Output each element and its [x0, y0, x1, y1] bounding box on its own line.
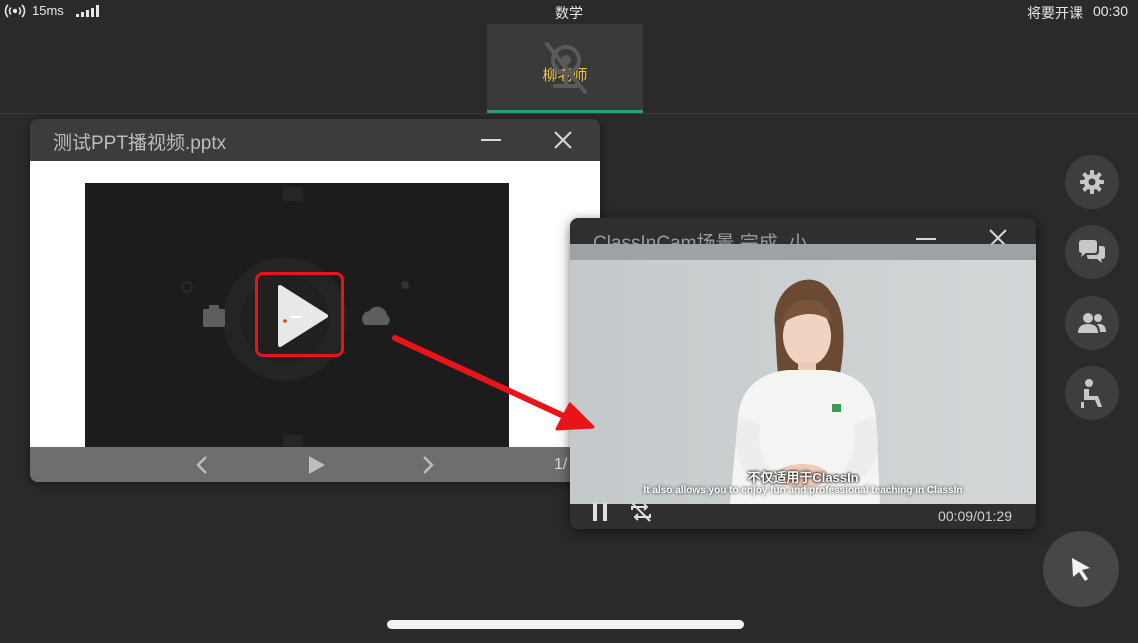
network-status: 15ms: [4, 3, 99, 18]
subtitle-chinese: 不仅适用于ClassIn: [747, 470, 859, 485]
class-timer: 将要开课 00:30: [1027, 3, 1128, 23]
gear-icon: [1080, 170, 1104, 194]
previous-page-icon[interactable]: [191, 453, 215, 477]
users-icon: [1078, 313, 1106, 333]
presenter-image: [570, 260, 1036, 504]
class-time-text: 00:30: [1092, 3, 1128, 19]
video-controls: 00:09/01:29: [570, 501, 1036, 529]
highlight-box: [255, 272, 344, 357]
status-bar: 15ms 数学 将要开课 00:30: [0, 0, 1138, 24]
seat-icon: [1081, 379, 1102, 408]
chat-button[interactable]: [1065, 225, 1119, 279]
pointer-tool-button[interactable]: [1043, 531, 1119, 607]
ppt-nav-bar: 1/: [30, 447, 600, 482]
close-icon: [554, 131, 572, 149]
participants-button[interactable]: [1065, 296, 1119, 350]
page-number: 1/: [554, 456, 568, 473]
cursor-arrow-icon: [1072, 558, 1090, 581]
slide-play-icon[interactable]: [304, 453, 328, 477]
subtitle-english: It also allows you to enjoy fun and prof…: [643, 485, 963, 496]
class-status-text: 将要开课: [1026, 5, 1083, 21]
camera-off-icon: [545, 42, 587, 94]
ppt-close-button[interactable]: [547, 125, 579, 155]
loop-off-icon: [631, 502, 651, 522]
video-player-window[interactable]: ClassInCam场景 完成_小: [570, 218, 1036, 529]
ppt-window-title: 测试PPT播视频.pptx: [53, 133, 227, 154]
pause-icon: [593, 503, 607, 521]
minimize-icon: [481, 139, 501, 141]
home-indicator[interactable]: [387, 620, 744, 629]
next-page-icon[interactable]: [415, 453, 439, 477]
video-time: 00:09/01:29: [938, 508, 1012, 524]
video-frame[interactable]: 不仅适用于ClassIn It also allows you to enjoy…: [570, 244, 1036, 504]
signal-strength-icon: [75, 4, 99, 17]
loop-toggle-button[interactable]: [628, 501, 654, 523]
course-title: 数学: [555, 5, 583, 21]
broadcast-icon: [4, 3, 26, 18]
top-divider: [0, 113, 1138, 114]
raise-hand-button[interactable]: [1065, 366, 1119, 420]
minimize-icon: [916, 238, 936, 240]
settings-button[interactable]: [1065, 155, 1119, 209]
latency-text: 15ms: [32, 3, 64, 18]
pause-button[interactable]: [590, 501, 612, 523]
chat-icon: [1079, 240, 1105, 263]
ppt-minimize-button[interactable]: [475, 125, 507, 155]
